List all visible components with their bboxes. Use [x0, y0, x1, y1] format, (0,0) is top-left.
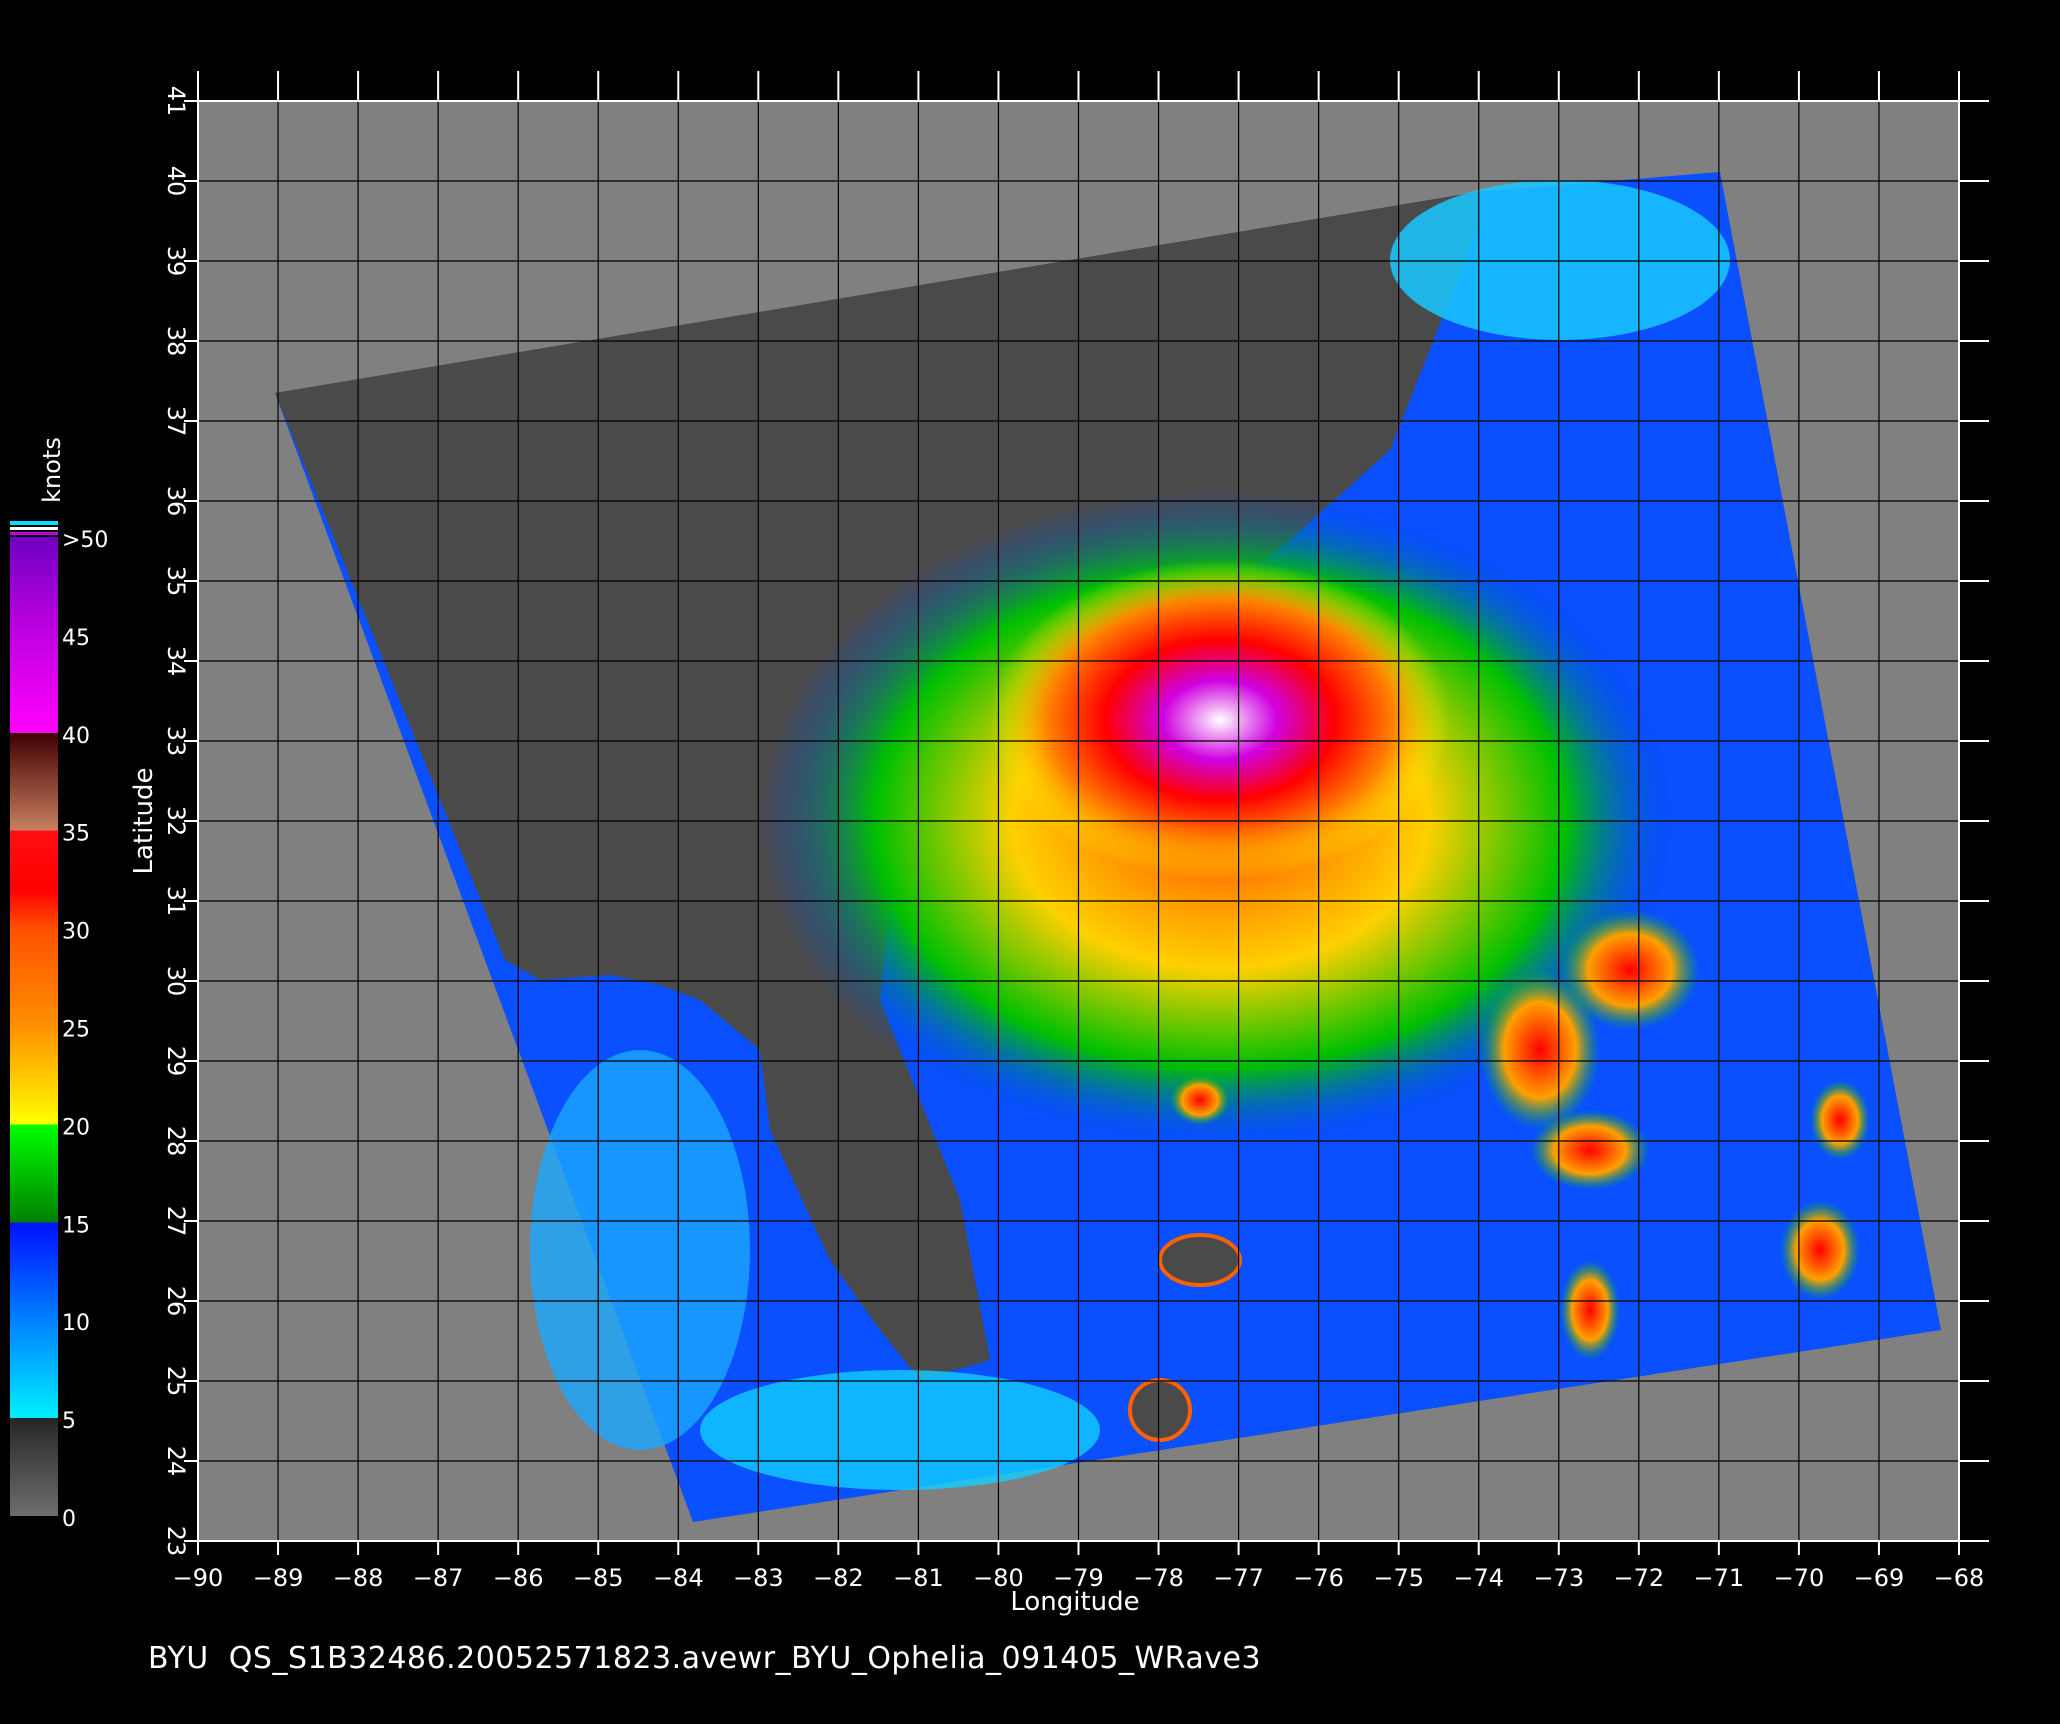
colorbar-tick-label: 25 [62, 1018, 90, 1043]
x-tick-label: −77 [1213, 1564, 1264, 1592]
x-tick-label: −86 [493, 1564, 544, 1592]
x-tick-label: −85 [573, 1564, 624, 1592]
colorbar: knots >50 45 40 35 30 25 20 15 10 5 0 [10, 437, 108, 1532]
x-tick-label: −68 [1934, 1564, 1985, 1592]
bahamas-island [1128, 1378, 1192, 1442]
x-tick-label: −75 [1373, 1564, 1424, 1592]
y-tick-label: 23 [162, 1526, 190, 1557]
y-axis-title: Latitude [129, 767, 159, 874]
x-tick-label: −72 [1613, 1564, 1664, 1592]
figure-caption: BYU QS_S1B32486.20052571823.avewr_BYU_Op… [148, 1641, 1262, 1676]
y-tick-label: 38 [162, 326, 190, 357]
x-tick-label: −76 [1293, 1564, 1344, 1592]
y-tick-label: 35 [162, 566, 190, 597]
x-tick-label: −74 [1453, 1564, 1504, 1592]
y-tick-label: 24 [162, 1446, 190, 1477]
x-tick-label: −70 [1774, 1564, 1825, 1592]
storm-core [990, 560, 1450, 880]
colorbar-unit-label: knots [38, 437, 66, 503]
rain-cell [1780, 1200, 1860, 1300]
x-tick-label: −69 [1854, 1564, 1905, 1592]
colorbar-tick-label: >50 [62, 528, 108, 553]
light-wind-area-south [700, 1370, 1100, 1490]
x-tick-label: −82 [813, 1564, 864, 1592]
light-wind-area-east [1390, 180, 1730, 340]
colorbar-tick-label: 10 [62, 1311, 90, 1336]
x-tick-label: −87 [413, 1564, 464, 1592]
light-wind-area-gulf [530, 1050, 750, 1450]
colorbar-top-stripe [10, 527, 58, 530]
x-tick-label: −78 [1133, 1564, 1184, 1592]
x-tick-label: −89 [253, 1564, 304, 1592]
y-tick-label: 34 [162, 646, 190, 677]
y-tick-label: 39 [162, 246, 190, 277]
y-tick-label: 40 [162, 166, 190, 197]
x-axis-title: Longitude [1010, 1587, 1139, 1617]
y-tick-label: 25 [162, 1366, 190, 1397]
y-tick-label: 27 [162, 1206, 190, 1237]
y-tick-label: 37 [162, 406, 190, 437]
colorbar-tick-label: 0 [62, 1507, 76, 1532]
colorbar-tick-label: 30 [62, 920, 90, 945]
x-tick-label: −90 [173, 1564, 224, 1592]
y-tick-label: 33 [162, 726, 190, 757]
rain-cell [1480, 970, 1600, 1130]
colorbar-tick-label: 40 [62, 724, 90, 749]
x-tick-label: −84 [653, 1564, 704, 1592]
rain-cell [1170, 1075, 1230, 1125]
y-tick-label: 29 [162, 1046, 190, 1077]
y-tick-label: 36 [162, 486, 190, 517]
colorbar-tick-label: 5 [62, 1409, 76, 1434]
colorbar-tick-label: 15 [62, 1213, 90, 1238]
y-tick-label: 32 [162, 806, 190, 837]
wind-map-svg: −90 −89 −88 −87 −86 −85 −84 −83 −82 −81 −80 −79 −78−… [10, 71, 1989, 1617]
y-tick-label: 41 [162, 86, 190, 117]
x-tick-label: −73 [1533, 1564, 1584, 1592]
y-tick-label: 30 [162, 966, 190, 997]
rain-cell [1560, 1260, 1620, 1360]
y-tick-label: 26 [162, 1286, 190, 1317]
colorbar-tick-label: 35 [62, 822, 90, 847]
x-tick-label: −71 [1694, 1564, 1745, 1592]
x-tick-label: −88 [333, 1564, 384, 1592]
y-tick-label: 31 [162, 886, 190, 917]
x-tick-label: −83 [733, 1564, 784, 1592]
rain-cell [1530, 1110, 1650, 1190]
bahamas-island [1158, 1233, 1242, 1287]
colorbar-top-stripe [10, 532, 58, 535]
colorbar-top-stripe [10, 521, 58, 525]
wind-map-figure: −90 −89 −88 −87 −86 −85 −84 −83 −82 −81 −80 −79 −78−… [0, 0, 2060, 1720]
colorbar-tick-label: 45 [62, 626, 90, 651]
colorbar-labels: >50 45 40 35 30 25 20 15 10 5 0 [62, 528, 108, 1532]
colorbar-tick-label: 20 [62, 1115, 90, 1140]
rain-cell [1810, 1080, 1870, 1160]
x-tick-label: −81 [893, 1564, 944, 1592]
colorbar-scale [10, 537, 58, 1516]
y-tick-label: 28 [162, 1126, 190, 1157]
